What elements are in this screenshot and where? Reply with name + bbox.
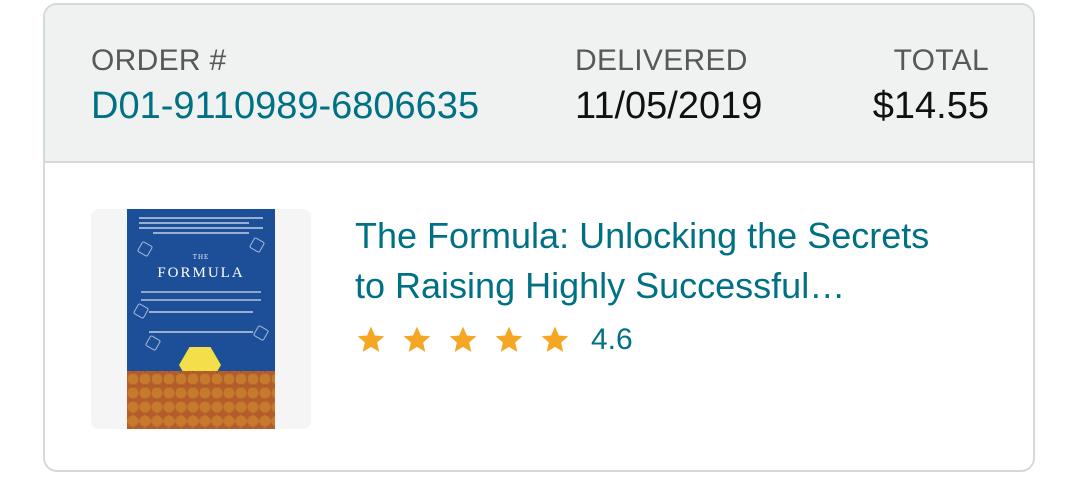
product-thumbnail[interactable]: THE FORMULA [91,209,311,429]
order-item: THE FORMULA The Formula: Unlocking the S… [45,163,1033,470]
book-cover-image: THE FORMULA [127,209,275,429]
cover-pencils-art [127,371,275,429]
order-header: ORDER # D01-9110989-6806635 DELIVERED 11… [45,5,1033,163]
cover-small-title: THE [192,253,210,261]
product-rating[interactable]: 4.6 [355,323,633,357]
order-card: ORDER # D01-9110989-6806635 DELIVERED 11… [43,3,1035,472]
rating-value: 4.6 [591,323,633,356]
star-icon [495,326,523,352]
product-title-line-1: The Formula: Unlocking the Secrets [355,215,930,256]
cover-big-title: FORMULA [157,265,245,281]
order-number-link[interactable]: D01-9110989-6806635 [91,83,479,129]
order-number-column: ORDER # D01-9110989-6806635 [91,43,479,129]
delivered-label: DELIVERED [575,44,748,77]
star-icon [357,326,385,352]
product-title-link[interactable]: The Formula: Unlocking the Secrets to Ra… [355,211,995,311]
delivered-column: DELIVERED 11/05/2019 [575,43,762,129]
star-icon [541,326,569,352]
product-title-line-2: to Raising Highly Successful… [355,265,846,306]
star-icon [449,326,477,352]
order-number-label: ORDER # [91,44,227,77]
total-label: TOTAL [893,44,989,77]
total-value: $14.55 [872,85,989,127]
delivered-date: 11/05/2019 [575,85,763,127]
total-column: TOTAL $14.55 [873,43,989,129]
star-icon [403,326,431,352]
